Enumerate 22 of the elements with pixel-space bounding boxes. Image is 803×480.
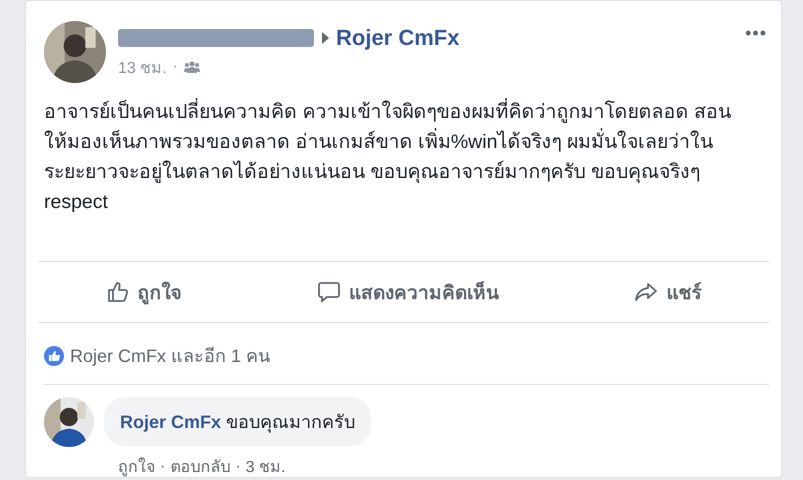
speech-bubble-icon [316,280,341,304]
comment-bubble: Rojer CmFx ขอบคุณมากครับ [104,397,372,446]
post-text: อาจารย์เป็นคนเปลี่ยนความคิด ความเข้าใจผิดๆของผมที่คิดว่าถูกมาโดยตลอด สอนให้มองเห็นภาพรวมของตลาด อ่านเกมส์ขาด เพิ่ม%winได้จริงๆ ผมมั่นใจเลยว่าในระยะยาวจะอยู่ในตลาดได้อย่างแน่นอน ขอบคุณอาจารย์มากๆครับ ขอบคุณจริงๆ respect [26,83,781,247]
post-time[interactable]: 13 ชม. [118,54,167,80]
avatar[interactable] [44,397,94,447]
like-button[interactable]: ถูกใจ [94,271,194,313]
comment-time[interactable]: 3 ชม. [246,454,286,479]
comment-button[interactable]: แสดงความคิดเห็น [304,271,511,313]
separator-dot: · [160,458,166,476]
more-menu[interactable]: ••• [745,23,767,44]
share-arrow-icon [634,280,658,304]
reactions-summary[interactable]: Rojer CmFx และอีก 1 คน [70,341,270,370]
people-icon [184,61,200,73]
like-badge-icon [44,346,64,366]
page-name-link[interactable]: Rojer CmFx [336,24,460,50]
share-button[interactable]: แชร์ [622,271,714,313]
comment-action-link[interactable]: ตอบกลับ [170,454,230,479]
caret-icon [320,30,330,44]
separator-dot: · [172,58,178,76]
comment-action-link[interactable]: ถูกใจ [118,454,155,479]
thumbs-up-icon [106,280,130,304]
separator-dot: · [235,458,241,476]
